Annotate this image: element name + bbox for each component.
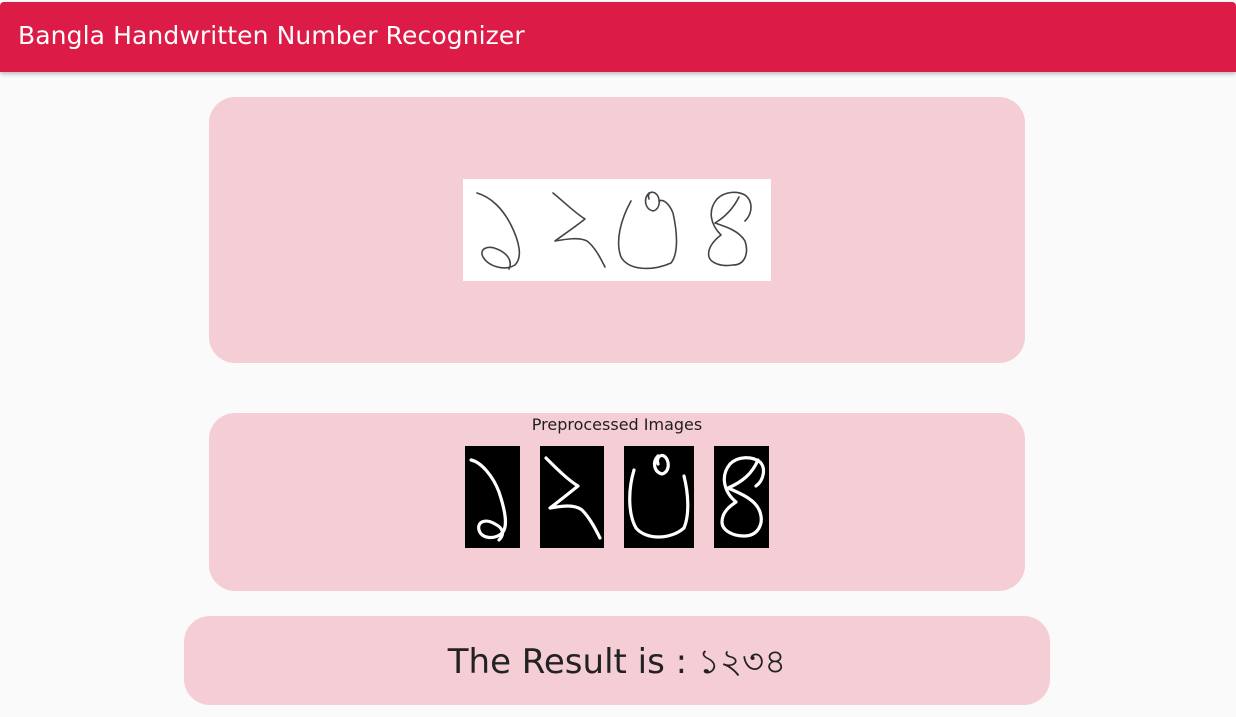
preprocessed-label: Preprocessed Images: [531, 415, 703, 434]
preprocessed-digit-1-image: [465, 446, 520, 548]
result-card: The Result is : ১২৩৪: [184, 616, 1050, 705]
preprocessed-digit-2-image: [540, 446, 604, 548]
drawing-card: [209, 97, 1025, 363]
drawing-canvas[interactable]: [463, 179, 771, 281]
preprocessed-digit-4-image: [714, 446, 769, 548]
preprocessed-card: Preprocessed Images: [209, 413, 1025, 591]
app-bar: Bangla Handwritten Number Recognizer: [0, 2, 1236, 72]
result-text: The Result is : ১২৩৪: [184, 636, 1050, 693]
handwritten-digits-drawing-icon: [476, 191, 752, 270]
app-title: Bangla Handwritten Number Recognizer: [18, 21, 525, 50]
result-prefix: The Result is :: [447, 642, 698, 682]
result-value: ১২৩৪: [697, 642, 787, 682]
preprocessed-digit-3-image: [624, 446, 694, 548]
